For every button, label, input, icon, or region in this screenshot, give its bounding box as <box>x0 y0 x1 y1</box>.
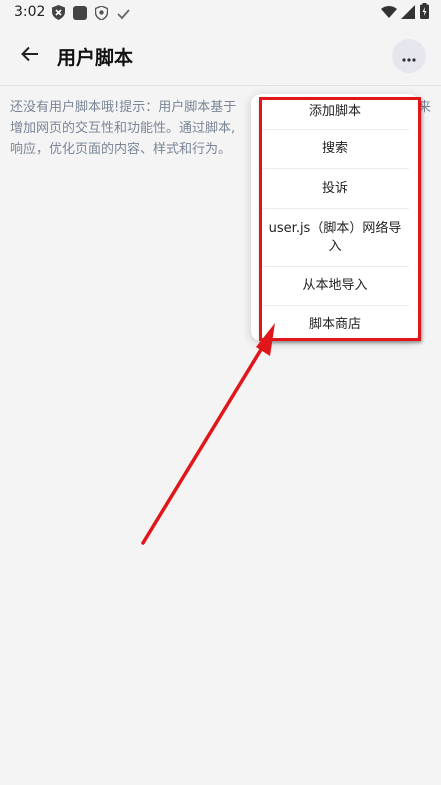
annotation-arrow <box>141 323 275 545</box>
screen: 3:02 用户脚本 还没有用户脚本哦!提示：用户脚本基于 来 增加网页的交互性和… <box>0 0 441 785</box>
